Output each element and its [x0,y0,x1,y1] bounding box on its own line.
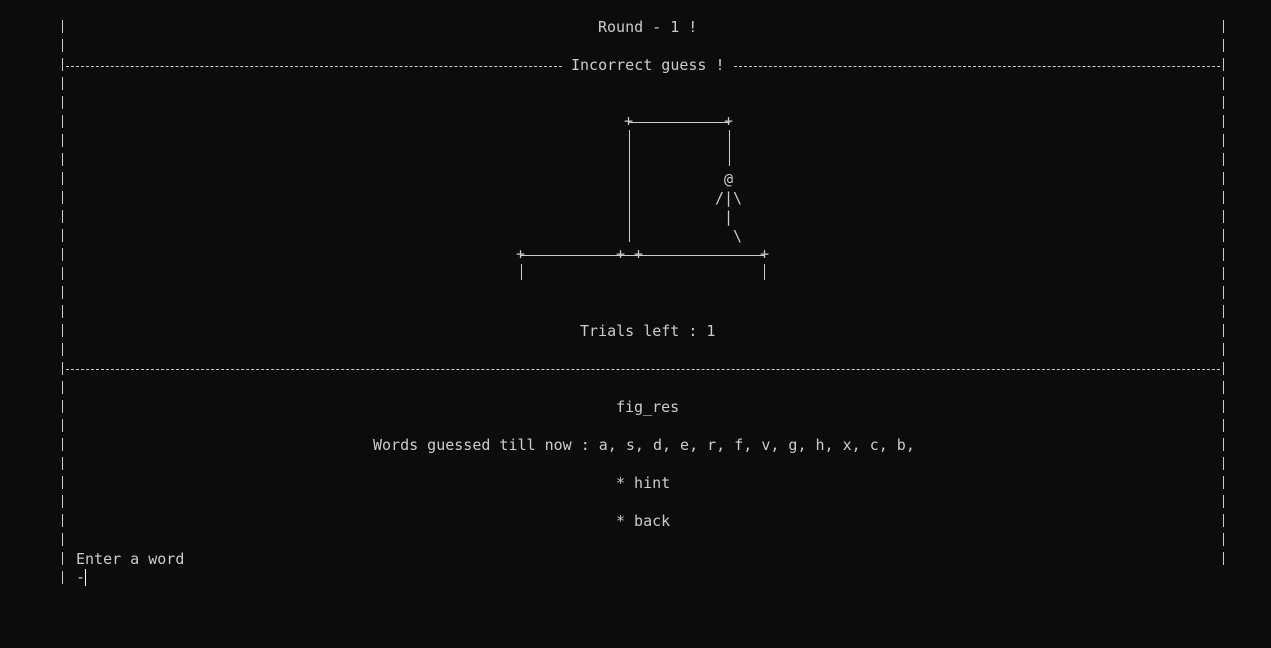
hangman-leg: \ [733,227,743,245]
back-option[interactable]: * back [616,512,670,531]
hint-option[interactable]: * hint [616,474,670,493]
gallows-corner-top-right: + [724,112,734,130]
hangman-arms: /|\ [715,189,743,207]
gallows-top-beam [628,122,730,123]
status-message: Incorrect guess ! [571,56,725,74]
gallows-base-joint-2: + [634,245,644,263]
word-input[interactable]: - [76,568,85,587]
masked-word: fig_res [616,398,680,416]
round-title: Round - 1 ! [598,18,698,36]
gallows-base-leg-right [764,264,765,280]
text-cursor [85,569,86,586]
gallows-base-corner-right: + [760,245,770,263]
status-divider-left [66,66,562,67]
gallows-rope [729,130,730,166]
gallows-base-leg-left [521,264,522,280]
gallows-pole [629,130,630,242]
guessed-letters: Words guessed till now : a, s, d, e, r, … [373,436,915,454]
hangman-body: | [724,208,734,226]
gallows-base-joint-1: + [616,245,626,263]
section-divider [66,369,1220,370]
status-divider-right [734,66,1220,67]
trials-left: Trials left : 1 [580,322,716,340]
gallows-base-corner-left: + [516,245,526,263]
hangman-head: @ [724,170,734,188]
gallows-corner-top-left: + [624,112,634,130]
enter-word-prompt: Enter a word [76,550,185,568]
